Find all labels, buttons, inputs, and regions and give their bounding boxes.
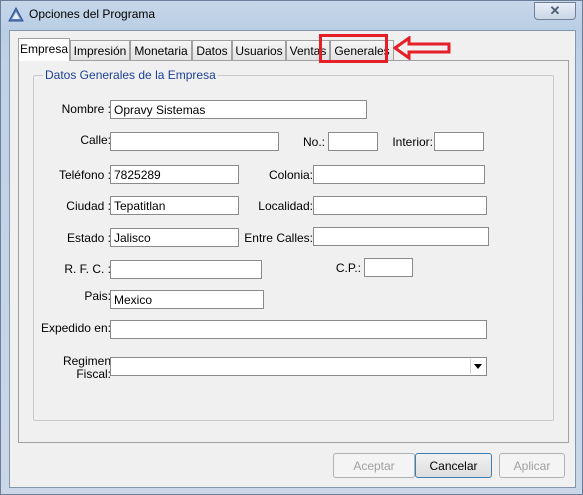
tab-label: Datos [196,44,228,58]
dialog-client-area: Empresa Impresión Monetaria Datos Usuari… [9,30,576,488]
no-label: No.: [302,135,325,149]
telefono-label: Teléfono : [58,168,111,182]
localidad-label: Localidad: [258,199,313,213]
rfc-label: R. F. C. : [64,262,111,276]
tab-panel-empresa: Datos Generales de la Empresa Nombre : O… [18,60,569,443]
close-button[interactable]: ✕ [534,2,576,20]
colonia-field[interactable] [313,165,485,184]
cancel-button[interactable]: Cancelar [415,453,492,478]
pais-field[interactable]: Mexico [110,290,264,309]
tab-datos[interactable]: Datos [192,40,232,60]
tab-label: Impresión [73,44,127,58]
estado-field[interactable]: Jalisco [110,228,239,247]
tab-usuarios[interactable]: Usuarios [232,40,286,60]
ciudad-label: Ciudad : [66,199,111,213]
regimen-label-line2: Fiscal: [76,367,111,381]
regimen-fiscal-select[interactable] [110,357,487,376]
accept-button[interactable]: Aceptar [333,453,415,478]
nombre-field[interactable]: Opravy Sistemas [110,100,367,119]
telefono-field[interactable]: 7825289 [110,165,239,184]
apply-button[interactable]: Aplicar [499,453,565,478]
expedido-en-field[interactable] [110,320,487,339]
nombre-label: Nombre : [61,102,111,116]
regimen-label-line1: Regimen [62,354,111,368]
tab-impresion[interactable]: Impresión [70,40,130,60]
regimen-fiscal-label: Regimen Fiscal: [47,355,111,381]
cp-field[interactable] [364,258,413,277]
tab-empresa[interactable]: Empresa [18,38,70,61]
tab-label: Usuarios [235,44,283,58]
entre-calles-label: Entre Calles: [244,231,313,245]
left-arrow-icon [393,36,451,60]
close-icon: ✕ [549,3,561,18]
app-logo-icon [8,7,24,22]
cp-label: C.P.: [335,261,361,275]
highlight-box [319,34,388,63]
chevron-down-icon [474,364,482,369]
expedido-en-label: Expedido en: [40,321,111,335]
ciudad-field[interactable]: Tepatitlan [110,196,239,215]
calle-label: Calle: [80,133,111,147]
localidad-field[interactable] [313,196,487,215]
tab-label: Empresa [19,42,69,56]
no-field[interactable] [328,132,378,151]
estado-label: Estado : [66,231,111,245]
rfc-field[interactable] [110,260,262,279]
tab-label: Monetaria [134,44,188,58]
dialog-window: Opciones del Programa ✕ Empresa Impresió… [0,0,583,495]
entre-calles-field[interactable] [313,227,489,246]
group-legend: Datos Generales de la Empresa [43,68,218,82]
dropdown-button[interactable] [470,359,485,374]
pais-label: Pais: [84,289,111,303]
calle-field[interactable] [110,132,279,151]
tab-monetaria[interactable]: Monetaria [130,40,192,60]
window-title: Opciones del Programa [29,7,156,21]
interior-field[interactable] [434,132,484,151]
title-bar[interactable]: Opciones del Programa ✕ [1,1,582,29]
colonia-label: Colonia: [268,168,313,182]
interior-label: Interior: [392,135,433,149]
